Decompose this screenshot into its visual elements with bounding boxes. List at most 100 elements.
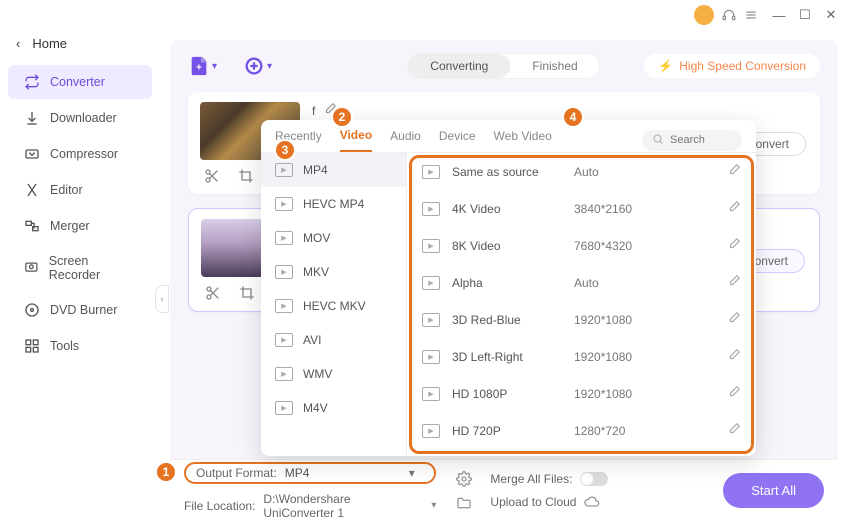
format-icon: ▶ (275, 333, 293, 347)
tab-device[interactable]: Device (439, 129, 476, 151)
nav-label: Tools (50, 339, 79, 353)
headset-icon[interactable] (722, 8, 736, 22)
menu-icon[interactable] (744, 8, 758, 22)
nav-tools[interactable]: Tools (8, 329, 152, 363)
edit-preset-icon[interactable] (727, 385, 741, 402)
preset-3d-redblue[interactable]: ▶3D Red-Blue1920*1080 (407, 301, 756, 338)
close-button[interactable]: ✕ (824, 8, 838, 22)
preset-hd720p[interactable]: ▶HD 720P1280*720 (407, 412, 756, 449)
add-url-button[interactable]: ▾ (243, 55, 272, 77)
sidebar: ‹ Home Converter Downloader Compressor E… (0, 22, 160, 502)
preset-3d-leftright[interactable]: ▶3D Left-Right1920*1080 (407, 338, 756, 375)
preset-icon: ▶ (422, 202, 440, 216)
edit-preset-icon[interactable] (727, 163, 741, 180)
nav-label: Converter (50, 75, 105, 89)
search-icon (652, 133, 664, 148)
edit-preset-icon[interactable] (727, 237, 741, 254)
compressor-icon (24, 146, 40, 162)
tools-icon (24, 338, 40, 354)
crop-icon[interactable] (238, 168, 254, 184)
tab-converting[interactable]: Converting (408, 54, 510, 78)
format-dropdown-panel: Recently Video Audio Device Web Video ▶M… (261, 120, 756, 456)
format-m4v[interactable]: ▶M4V (261, 391, 406, 425)
scissors-icon[interactable] (204, 168, 220, 184)
format-mkv[interactable]: ▶MKV (261, 255, 406, 289)
file-location-row: File Location: D:\Wondershare UniConvert… (184, 492, 436, 520)
merge-toggle[interactable] (580, 472, 608, 486)
maximize-button[interactable]: ☐ (798, 8, 812, 22)
scissors-icon[interactable] (205, 285, 221, 301)
preset-alpha[interactable]: ▶AlphaAuto (407, 264, 756, 301)
edit-preset-icon[interactable] (727, 200, 741, 217)
add-file-button[interactable]: + ▾ (188, 55, 217, 77)
output-format-dropdown[interactable]: Output Format: MP4 ▾ (184, 462, 436, 484)
home-label: Home (32, 36, 67, 51)
edit-preset-icon[interactable] (727, 348, 741, 365)
svg-text:+: + (196, 63, 202, 74)
tab-finished[interactable]: Finished (510, 54, 599, 78)
preset-icon: ▶ (422, 424, 440, 438)
preset-icon: ▶ (422, 313, 440, 327)
tab-video[interactable]: Video (340, 128, 372, 152)
nav-label: Merger (50, 219, 90, 233)
home-link[interactable]: ‹ Home (0, 28, 160, 59)
chevron-down-icon: ▾ (267, 61, 272, 72)
nav-editor[interactable]: Editor (8, 173, 152, 207)
format-icon: ▶ (275, 401, 293, 415)
nav-list: Converter Downloader Compressor Editor M… (0, 65, 160, 363)
bolt-icon: ⚡ (658, 59, 673, 73)
merge-toggle-row: Merge All Files: (490, 472, 608, 486)
format-icon: ▶ (275, 265, 293, 279)
preset-icon: ▶ (422, 276, 440, 290)
file-location-label: File Location: (184, 499, 255, 513)
preset-4k[interactable]: ▶4K Video3840*2160 (407, 190, 756, 227)
format-avi[interactable]: ▶AVI (261, 323, 406, 357)
preset-icon: ▶ (422, 350, 440, 364)
format-hevcmp4[interactable]: ▶HEVC MP4 (261, 187, 406, 221)
upload-cloud-label: Upload to Cloud (490, 495, 576, 509)
search-input[interactable] (670, 134, 730, 146)
nav-converter[interactable]: Converter (8, 65, 152, 99)
nav-screenrecorder[interactable]: Screen Recorder (8, 245, 152, 291)
edit-preset-icon[interactable] (727, 422, 741, 439)
format-search[interactable] (642, 130, 742, 151)
preset-8k[interactable]: ▶8K Video7680*4320 (407, 227, 756, 264)
nav-label: DVD Burner (50, 303, 117, 317)
dvd-icon (24, 302, 40, 318)
chevron-down-icon: ▾ (403, 466, 421, 480)
tab-webvideo[interactable]: Web Video (494, 129, 552, 151)
format-icon: ▶ (275, 367, 293, 381)
start-all-button[interactable]: Start All (723, 473, 824, 508)
annotation-badge-2: 2 (331, 106, 353, 128)
bottom-bar: Output Format: MP4 ▾ File Location: D:\W… (170, 459, 838, 521)
preset-icon: ▶ (422, 165, 440, 179)
nav-compressor[interactable]: Compressor (8, 137, 152, 171)
tab-audio[interactable]: Audio (390, 129, 421, 151)
gear-icon[interactable] (456, 471, 472, 487)
sidebar-collapse-handle[interactable]: ‹ (155, 285, 169, 313)
preset-same-as-source[interactable]: ▶Same as sourceAuto (407, 153, 756, 190)
user-avatar[interactable] (694, 5, 714, 25)
preset-icon: ▶ (422, 239, 440, 253)
format-mov[interactable]: ▶MOV (261, 221, 406, 255)
annotation-badge-1: 1 (155, 461, 177, 483)
nav-downloader[interactable]: Downloader (8, 101, 152, 135)
annotation-badge-4: 4 (562, 106, 584, 128)
nav-dvdburner[interactable]: DVD Burner (8, 293, 152, 327)
annotation-badge-3: 3 (274, 139, 296, 161)
edit-preset-icon[interactable] (727, 311, 741, 328)
edit-preset-icon[interactable] (727, 274, 741, 291)
minimize-button[interactable]: — (772, 8, 786, 22)
merger-icon (24, 218, 40, 234)
chevron-down-icon[interactable]: ▾ (431, 500, 436, 511)
filename: f (312, 104, 315, 118)
screen-recorder-icon (24, 260, 39, 276)
nav-merger[interactable]: Merger (8, 209, 152, 243)
high-speed-toggle[interactable]: ⚡ High Speed Conversion (644, 54, 820, 78)
preset-hd1080p[interactable]: ▶HD 1080P1920*1080 (407, 375, 756, 412)
crop-icon[interactable] (239, 285, 255, 301)
format-wmv[interactable]: ▶WMV (261, 357, 406, 391)
folder-icon[interactable] (456, 495, 472, 511)
upload-cloud-row[interactable]: Upload to Cloud (490, 494, 608, 510)
format-hevcmkv[interactable]: ▶HEVC MKV (261, 289, 406, 323)
